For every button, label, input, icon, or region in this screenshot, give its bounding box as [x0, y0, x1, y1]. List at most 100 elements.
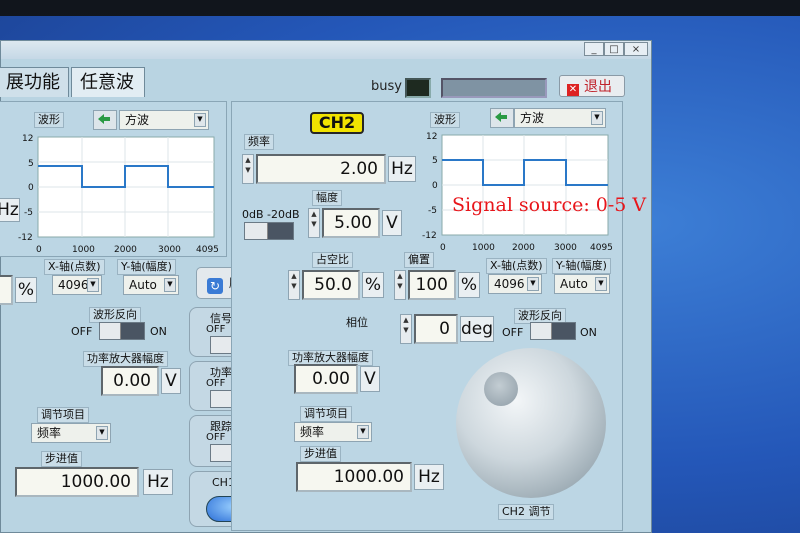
chevron-down-icon: ▼ [194, 113, 206, 127]
ch1-wave-label: 波形 [34, 112, 64, 128]
chevron-down-icon: ▼ [527, 277, 539, 291]
ch1-y-tick: 5 [28, 159, 34, 169]
ch2-amp-unit: V [382, 210, 402, 236]
ch1-invert-off: OFF [71, 325, 93, 338]
ch2-invert-off: OFF [502, 326, 524, 339]
ch1-y-tick: 0 [28, 183, 34, 193]
ch2-amp-field[interactable]: 5.00 [322, 208, 380, 238]
ch1-wave-refresh-icon[interactable] [93, 110, 117, 130]
ch2-x-tick: 2000 [512, 243, 535, 253]
ch2-range-label: 0dB -20dB [242, 208, 300, 221]
minimize-button[interactable]: _ [584, 42, 604, 56]
ch2-duty-spinner[interactable]: ▲ ▼ [288, 270, 300, 300]
chevron-down-icon: ▼ [595, 277, 607, 291]
ch2-duty-field[interactable]: 50.0 [302, 270, 360, 300]
ch2-range-toggle[interactable] [244, 222, 294, 240]
ch1-invert-toggle[interactable] [99, 322, 145, 340]
ch1-amp-value: 0.00 [113, 371, 151, 391]
ch1-duty-field[interactable] [0, 275, 13, 305]
ch2-freq-value: 2.00 [340, 159, 378, 179]
ch1-wave-panel: 波形 方波 ▼ 12 5 0 -5 -12 0 1000 2000 3000 40… [0, 101, 227, 257]
window-close-button[interactable]: × [624, 42, 648, 56]
ch2-phase-unit: deg [460, 316, 494, 342]
ch2-wave-select-value: 方波 [520, 111, 545, 125]
ch2-wave-graph: 12 5 0 -5 -12 0 1000 2000 3000 4095 [422, 132, 613, 253]
ch2-invert-toggle[interactable] [530, 322, 576, 340]
busy-indicator [405, 78, 431, 98]
ch1-wave-select[interactable]: 方波 ▼ [119, 110, 209, 130]
ch1-yaxis-value: Auto [129, 278, 157, 292]
ch2-step-value: 1000.00 [333, 467, 404, 487]
ch1-wave-graph: 12 5 0 -5 -12 0 1000 2000 3000 4095 [18, 134, 219, 255]
exit-button[interactable]: ✕ 退出 [559, 75, 625, 97]
chevron-down-icon: ▼ [591, 111, 603, 125]
ch1-amp-unit: V [161, 368, 181, 394]
ch2-yaxis-label: Y-轴(幅度) [552, 258, 611, 274]
ch2-phase-field[interactable]: 0 [414, 314, 458, 344]
ch2-step-field[interactable]: 1000.00 [296, 462, 412, 492]
ch2-wave-refresh-icon[interactable] [490, 108, 514, 128]
ch2-offset-label: 偏置 [404, 252, 434, 268]
ch2-offset-field[interactable]: 100 [408, 270, 456, 300]
tab-extended-functions[interactable]: 展功能 [0, 67, 69, 97]
ch2-xaxis-select[interactable]: 4096 ▼ [488, 274, 542, 294]
ch2-offset-spinner[interactable]: ▲ ▼ [394, 270, 406, 300]
ch2-step-label: 步进值 [300, 446, 341, 462]
ch1-xaxis-select[interactable]: 4096 ▼ [52, 275, 102, 295]
power-output-off: OFF [206, 378, 226, 389]
maximize-button[interactable]: □ [604, 42, 624, 56]
ch2-freq-label: 频率 [244, 134, 274, 150]
ch2-adjust-select[interactable]: 频率 ▼ [294, 422, 372, 442]
ch2-offset-value: 100 [415, 275, 448, 295]
busy-label: busy [371, 79, 402, 94]
title-bar: _ □ × [1, 41, 651, 59]
ch2-freq-spinner[interactable]: ▲ ▼ [242, 154, 254, 184]
ch2-duty-unit: % [362, 272, 384, 298]
ch2-amp-spinner[interactable]: ▲ ▼ [308, 208, 320, 238]
ch2-amp-label: 幅度 [312, 190, 342, 206]
ch2-badge: CH2 [310, 112, 364, 134]
ch1-adjust-select[interactable]: 频率 ▼ [31, 423, 111, 443]
ch1-amp-field[interactable]: 0.00 [101, 366, 159, 396]
ch1-yaxis-label: Y-轴(幅度) [117, 259, 176, 275]
ch2-x-tick: 3000 [554, 243, 577, 253]
ch1-invert-label: 波形反向 [89, 307, 141, 323]
ch1-y-tick: -5 [24, 208, 33, 218]
chevron-down-icon: ▼ [96, 426, 108, 440]
ch2-adjust-knob[interactable] [456, 348, 606, 498]
toggle-knob [211, 391, 234, 407]
ch2-wave-label: 波形 [430, 112, 460, 128]
chevron-down-icon: ▼ [87, 278, 99, 292]
ch1-step-field[interactable]: 1000.00 [15, 467, 139, 497]
tracking-mode-off: OFF [206, 432, 226, 443]
toggle-knob [211, 337, 234, 353]
ch2-pamp-field[interactable]: 0.00 [294, 364, 358, 394]
signal-output-off: OFF [206, 324, 226, 335]
ch2-offset-unit: % [458, 272, 480, 298]
ch2-duty-value: 50.0 [314, 275, 352, 295]
ch2-invert-on: ON [580, 326, 597, 339]
ch2-adjust-label: 调节项目 [300, 406, 352, 422]
ch2-x-tick: 1000 [472, 243, 495, 253]
ch1-yaxis-select[interactable]: Auto ▼ [123, 275, 179, 295]
ch2-y-tick: -5 [428, 206, 437, 216]
ch2-amp-value: 5.00 [334, 213, 372, 233]
ch2-yaxis-select[interactable]: Auto ▼ [554, 274, 610, 294]
ch2-phase-label: 相位 [346, 316, 368, 329]
ch1-adjust-value: 频率 [37, 426, 62, 440]
ch1-amp-label: 功率放大器幅度 [83, 351, 168, 367]
ch2-wave-select[interactable]: 方波 ▼ [514, 108, 606, 128]
ch2-duty-label: 占空比 [312, 252, 353, 268]
chevron-down-icon: ▼ [164, 278, 176, 292]
ch2-step-unit: Hz [414, 464, 444, 490]
tab-arbitrary-wave[interactable]: 任意波 [71, 67, 145, 97]
ch2-xaxis-value: 4096 [494, 277, 525, 291]
ch2-pamp-value: 0.00 [312, 369, 350, 389]
ch2-freq-field[interactable]: 2.00 [256, 154, 386, 184]
ch2-panel: CH2 频率 ▲ ▼ 2.00 Hz 0dB -20dB 幅度 ▲ ▼ 5.00 V… [231, 101, 623, 531]
ch2-yaxis-value: Auto [560, 277, 588, 291]
ch1-step-label: 步进值 [41, 451, 82, 467]
ch2-phase-spinner[interactable]: ▲ ▼ [400, 314, 412, 344]
ch2-y-tick: -12 [422, 231, 437, 241]
ch1-x-tick: 1000 [72, 245, 95, 255]
